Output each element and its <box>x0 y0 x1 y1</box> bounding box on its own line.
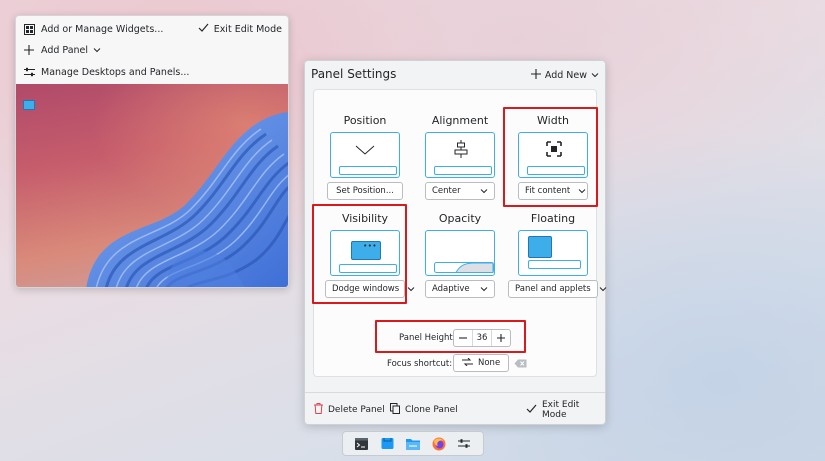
add-new-button[interactable]: Add New <box>530 67 599 83</box>
menu-item-add-widgets[interactable]: Add or Manage Widgets... <box>16 18 163 40</box>
menu-item-label: Add or Manage Widgets... <box>41 23 164 35</box>
sliders-icon <box>23 66 35 78</box>
panel-preview-bar <box>339 264 397 273</box>
adaptive-opacity-icon <box>434 262 494 273</box>
opacity-combo[interactable]: Adaptive <box>425 280 495 298</box>
dialog-title: Panel Settings <box>311 67 397 81</box>
exit-edit-mode-label: Exit Edit Mode <box>542 400 580 420</box>
visibility-combo[interactable]: Dodge windows <box>325 280 415 298</box>
panel-preview-bar <box>434 166 492 175</box>
footer-divider <box>305 392 605 393</box>
delete-panel-label: Delete Panel <box>328 405 385 415</box>
panel-settings-dialog: Panel Settings Add New Position Set Posi… <box>304 60 607 425</box>
panel-height-label: Panel Height: <box>399 333 456 343</box>
menu-exit-edit-mode[interactable]: Exit Edit Mode <box>198 18 282 40</box>
chevron-down-icon <box>578 187 586 195</box>
checkmark-icon <box>526 404 537 417</box>
shortcut-icon <box>462 357 473 369</box>
position-setting: Position Set Position... <box>319 113 411 200</box>
window-dots-icon: ••• <box>363 242 377 250</box>
position-title: Position <box>343 114 387 127</box>
position-preview <box>330 132 400 178</box>
window-icon: ••• <box>351 241 381 260</box>
wallpaper-waves-image <box>86 112 288 287</box>
panel-height-value[interactable]: 36 <box>472 330 492 346</box>
widgets-icon <box>23 23 35 35</box>
visibility-setting: Visibility ••• Dodge windows <box>319 211 415 298</box>
menu-item-add-panel[interactable]: Add Panel <box>16 39 101 61</box>
trash-icon <box>314 403 323 417</box>
settings-grid: Position Set Position... Alignment Cente… <box>313 89 607 377</box>
copy-icon <box>390 403 400 417</box>
opacity-preview <box>425 230 495 276</box>
menu-item-manage-desktops[interactable]: Manage Desktops and Panels... <box>16 61 189 83</box>
menu-item-label: Manage Desktops and Panels... <box>41 66 190 78</box>
opacity-title: Opacity <box>438 212 482 225</box>
plus-icon <box>530 68 541 82</box>
width-value: Fit content <box>525 186 571 196</box>
floating-preview <box>518 230 588 276</box>
settings-icon[interactable] <box>456 436 472 452</box>
applet-block-icon <box>528 236 552 258</box>
clear-shortcut-icon[interactable] <box>512 358 528 369</box>
width-title: Width <box>537 114 569 127</box>
file-manager-icon[interactable] <box>405 436 421 452</box>
alignment-title: Alignment <box>431 114 489 127</box>
width-setting: Width Fit content <box>507 113 599 200</box>
panel-preview-bar <box>339 166 397 175</box>
discover-icon[interactable] <box>379 436 395 452</box>
opacity-setting: Opacity Adaptive <box>414 211 506 298</box>
menu-item-label: Exit Edit Mode <box>213 23 282 35</box>
delete-panel-button[interactable]: Delete Panel <box>314 402 385 418</box>
alignment-preview <box>425 132 495 178</box>
desktop-folder-icon[interactable] <box>23 100 35 110</box>
plus-icon[interactable] <box>492 330 510 346</box>
focus-shortcut-value: None <box>478 358 501 368</box>
clone-panel-label: Clone Panel <box>405 405 458 415</box>
alignment-combo[interactable]: Center <box>425 182 495 200</box>
terminal-icon[interactable] <box>354 436 370 452</box>
align-center-icon <box>454 140 468 158</box>
minus-icon[interactable] <box>454 330 472 346</box>
alignment-value: Center <box>432 186 461 196</box>
add-new-label: Add New <box>544 69 587 81</box>
chevron-down-icon <box>480 285 488 293</box>
checkmark-icon <box>198 23 209 36</box>
plus-icon <box>23 44 35 56</box>
chevron-down-icon <box>355 145 375 155</box>
floating-setting: Floating Panel and applets <box>503 211 607 298</box>
floating-value: Panel and applets <box>515 284 591 294</box>
visibility-title: Visibility <box>341 212 389 225</box>
visibility-preview: ••• <box>330 230 400 276</box>
chevron-down-icon <box>599 285 607 293</box>
focus-shortcut-label: Focus shortcut: <box>387 359 453 369</box>
desktop-preview <box>16 84 288 287</box>
firefox-icon[interactable] <box>431 436 447 452</box>
desktop-context-menu: Add or Manage Widgets... Exit Edit Mode … <box>15 15 289 288</box>
floating-combo[interactable]: Panel and applets <box>508 280 607 298</box>
fit-content-icon <box>546 141 562 157</box>
menu-item-label: Add Panel <box>41 44 89 56</box>
focus-shortcut-button[interactable]: None <box>453 354 510 372</box>
clone-panel-button[interactable]: Clone Panel <box>390 402 458 418</box>
panel-preview-bar <box>527 166 585 175</box>
exit-edit-mode-button[interactable]: Exit Edit Mode <box>526 400 605 420</box>
set-position-button[interactable]: Set Position... <box>327 182 403 200</box>
panel-height-spinbox[interactable]: 36 <box>453 329 511 347</box>
visibility-value: Dodge windows <box>332 284 400 294</box>
alignment-setting: Alignment Center <box>414 113 506 200</box>
chevron-down-icon <box>591 71 599 79</box>
width-preview <box>518 132 588 178</box>
floating-title: Floating <box>530 212 576 225</box>
floating-panel-bar <box>528 260 581 269</box>
chevron-down-icon <box>93 46 101 54</box>
width-combo[interactable]: Fit content <box>518 182 588 200</box>
chevron-down-icon <box>480 187 488 195</box>
opacity-value: Adaptive <box>432 284 470 294</box>
taskbar-panel <box>342 431 484 456</box>
